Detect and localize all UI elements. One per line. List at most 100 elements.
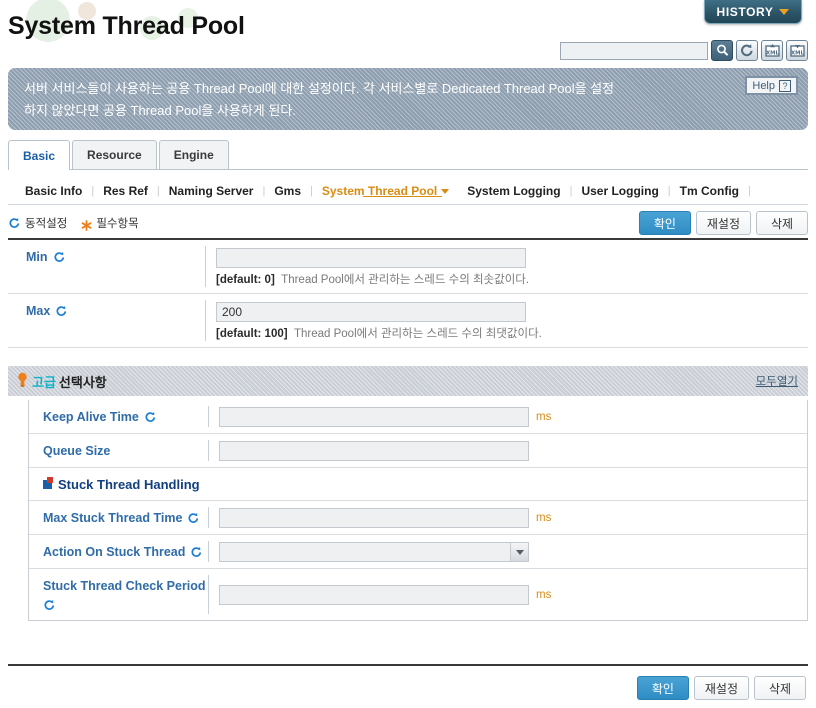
queue-size-input[interactable] (219, 441, 529, 461)
footer-buttons: 확인 재설정 삭제 (636, 676, 806, 700)
form-row-max: Max [default: 100] Thread Pool에서 관리하는 스레… (8, 294, 808, 348)
subnav-item-gms[interactable]: Gms (265, 184, 310, 198)
unit-label: ms (536, 512, 552, 524)
form-row-queue-size: Queue Size (29, 434, 807, 468)
legend-dynamic: 동적설정 (8, 215, 67, 231)
field-control-stuck-thread-check-period: ms (209, 569, 807, 620)
field-control-min: [default: 0] Thread Pool에서 관리하는 스레드 수의 최… (206, 240, 808, 293)
tab-label: Basic (23, 148, 56, 163)
advanced-section-header: 고급 선택사항 모두열기 (8, 366, 808, 396)
tab-label: Engine (173, 148, 214, 162)
asterisk-icon (81, 218, 92, 231)
field-control-max-stuck-thread-time: ms (209, 501, 807, 534)
tab-engine[interactable]: Engine (158, 140, 229, 169)
tab-resource[interactable]: Resource (72, 140, 157, 169)
field-label-keep-alive-time: Keep Alive Time (29, 400, 209, 433)
field-label-max: Max (8, 294, 206, 347)
footer-delete-button[interactable]: 삭제 (754, 676, 806, 700)
legend-required-label: 필수항목 (96, 218, 139, 230)
page-header: System Thread Pool HISTORY XML XML (0, 0, 816, 64)
subnav-item-system-thread-pool[interactable]: System Thread Pool (313, 184, 458, 198)
field-label-action-on-stuck-thread: Action On Stuck Thread (29, 535, 209, 568)
subnav-item-res-ref[interactable]: Res Ref (94, 184, 157, 198)
page-title: System Thread Pool (8, 12, 245, 40)
label-text: Queue Size (43, 444, 111, 458)
subnav-item-tm-config[interactable]: Tm Config (671, 184, 748, 198)
xml-export-icon[interactable]: XML (761, 40, 783, 61)
field-control-action-on-stuck-thread (209, 535, 807, 568)
lightbulb-icon (16, 372, 29, 391)
history-label: HISTORY (716, 4, 774, 19)
unit-label: ms (536, 589, 552, 601)
dynamic-config-icon (190, 546, 203, 559)
field-control-queue-size (209, 434, 807, 467)
sub-navigation: Basic Info | Res Ref | Naming Server | G… (8, 177, 808, 205)
field-control-keep-alive-time: ms (209, 400, 807, 433)
footer-divider (8, 664, 808, 666)
dynamic-config-icon (55, 305, 68, 318)
keep-alive-time-input[interactable] (219, 407, 529, 427)
advanced-title-rest: 선택사항 (58, 374, 107, 390)
field-label-queue-size: Queue Size (29, 434, 209, 467)
form-row-keep-alive-time: Keep Alive Time ms (29, 400, 807, 434)
subnav-item-naming-server[interactable]: Naming Server (160, 184, 263, 198)
dynamic-config-icon (43, 599, 56, 612)
default-value-label: [default: 0] (216, 274, 275, 286)
action-on-stuck-thread-select[interactable] (219, 542, 529, 562)
basic-form: Min [default: 0] Thread Pool에서 관리하는 스레드 … (8, 240, 808, 348)
subnav-item-basic-info[interactable]: Basic Info (16, 184, 91, 198)
footer-reset-button[interactable]: 재설정 (693, 676, 749, 700)
action-bar: 동적설정 필수항목 확인 재설정 삭제 (8, 210, 808, 236)
delete-button[interactable]: 삭제 (756, 211, 808, 235)
form-row-min: Min [default: 0] Thread Pool에서 관리하는 스레드 … (8, 240, 808, 294)
subnav-separator: | (747, 184, 751, 197)
select-value (220, 543, 510, 561)
subnav-item-user-logging[interactable]: User Logging (572, 184, 667, 198)
refresh-icon[interactable] (736, 40, 758, 61)
subsection-stuck-thread-handling: Stuck Thread Handling (29, 468, 807, 501)
subnav-item-system-logging[interactable]: System Logging (458, 184, 569, 198)
max-input[interactable] (216, 302, 526, 322)
svg-text:XML: XML (791, 51, 805, 57)
svg-text:XML: XML (766, 51, 780, 57)
field-hint-max: [default: 100] Thread Pool에서 관리하는 스레드 수의… (216, 325, 808, 341)
description-banner: 서버 서비스들이 사용하는 공용 Thread Pool에 대한 설정이다. 각… (8, 68, 808, 130)
help-label: Help (752, 79, 775, 92)
reset-button[interactable]: 재설정 (695, 211, 751, 235)
field-hint-min: [default: 0] Thread Pool에서 관리하는 스레드 수의 최… (216, 271, 808, 287)
stuck-thread-check-period-input[interactable] (219, 585, 529, 605)
field-label-max-stuck-thread-time: Max Stuck Thread Time (29, 501, 209, 534)
help-button[interactable]: Help ? (745, 76, 798, 95)
subnav-label: Tm Config (679, 183, 739, 198)
footer-confirm-button[interactable]: 확인 (636, 676, 689, 700)
search-icon[interactable] (711, 40, 733, 61)
dynamic-config-icon (187, 512, 200, 525)
form-row-stuck-thread-check-period: Stuck Thread Check Period ms (29, 569, 807, 620)
chevron-down-icon[interactable] (510, 543, 528, 561)
history-button[interactable]: HISTORY (704, 0, 802, 24)
default-value-label: [default: 100] (216, 328, 288, 340)
search-input[interactable] (560, 41, 708, 60)
min-input[interactable] (216, 248, 526, 268)
hint-text: Thread Pool에서 관리하는 스레드 수의 최솟값이다. (281, 274, 530, 286)
label-text: Min (26, 250, 48, 264)
subnav-label: Basic Info (25, 183, 83, 198)
legend-dynamic-label: 동적설정 (25, 218, 68, 230)
bullet-icon (43, 477, 53, 489)
active-underline (362, 195, 443, 197)
action-buttons: 확인 재설정 삭제 (638, 211, 808, 235)
description-text: 서버 서비스들이 사용하는 공용 Thread Pool에 대한 설정이다. 각… (24, 78, 724, 122)
field-label-stuck-thread-check-period: Stuck Thread Check Period (29, 569, 209, 620)
chevron-down-icon (779, 8, 790, 15)
form-row-action-on-stuck-thread: Action On Stuck Thread (29, 535, 807, 569)
xml-import-icon[interactable]: XML (786, 40, 808, 61)
tab-basic[interactable]: Basic (8, 140, 71, 170)
subnav-label: Naming Server (168, 183, 254, 198)
label-text: Max (26, 304, 51, 318)
chevron-down-icon (441, 188, 450, 194)
expand-all-link[interactable]: 모두열기 (756, 373, 798, 389)
confirm-button[interactable]: 확인 (638, 211, 691, 235)
max-stuck-thread-time-input[interactable] (219, 508, 529, 528)
main-tabs: Basic Resource Engine (8, 139, 808, 170)
label-text: Stuck Thread Check Period (43, 579, 206, 593)
